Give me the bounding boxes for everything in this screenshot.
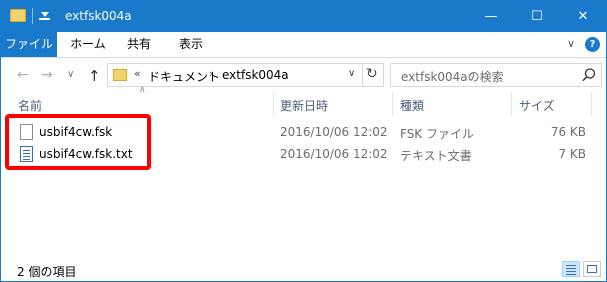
- column-size[interactable]: サイズ: [519, 97, 555, 114]
- file-size: 76 KB: [550, 125, 586, 139]
- address-divider: [362, 64, 363, 86]
- column-divider[interactable]: [511, 92, 512, 116]
- status-bar: 2 個の項目: [1, 257, 606, 281]
- file-modified: 2016/10/06 12:02: [280, 125, 388, 139]
- navigation-bar: ← → ∨ ↑ « ドキュメント › extfsk004a ∨ ↻ extfsk…: [1, 58, 606, 92]
- breadcrumb-current-folder[interactable]: extfsk004a: [222, 68, 289, 82]
- address-bar[interactable]: « ドキュメント › extfsk004a ∨ ↻: [107, 63, 384, 87]
- maximize-button[interactable]: ☐: [514, 1, 560, 32]
- window-title: extfsk004a: [65, 9, 132, 23]
- column-name[interactable]: 名前: [18, 97, 42, 114]
- breadcrumb-separator-icon[interactable]: ›: [209, 67, 213, 80]
- explorer-window: extfsk004a — ☐ ✕ ファイル ホーム 共有 表示 ∨ ? ← → …: [0, 0, 607, 282]
- minimize-button[interactable]: —: [468, 1, 514, 32]
- highlight-annotation: [5, 114, 151, 170]
- column-modified[interactable]: 更新日時: [280, 97, 328, 114]
- recent-locations-icon[interactable]: ∨: [67, 69, 74, 80]
- breadcrumb-overflow-icon[interactable]: «: [134, 67, 141, 80]
- quick-access-dropdown-icon[interactable]: [39, 11, 50, 20]
- back-button[interactable]: ←: [17, 67, 29, 83]
- file-modified: 2016/10/06 12:02: [280, 147, 388, 161]
- title-bar[interactable]: extfsk004a — ☐ ✕: [1, 1, 606, 32]
- folder-icon: [10, 9, 26, 22]
- tab-file[interactable]: ファイル: [1, 32, 57, 57]
- item-count: 2 個の項目: [17, 265, 77, 279]
- tab-share[interactable]: 共有: [117, 32, 161, 57]
- column-divider[interactable]: [273, 92, 274, 116]
- search-icon[interactable]: [581, 67, 597, 83]
- column-type[interactable]: 種類: [400, 97, 424, 114]
- title-divider: [32, 8, 33, 24]
- sort-ascending-icon: ∧: [139, 85, 146, 95]
- file-size: 7 KB: [558, 147, 586, 161]
- help-icon[interactable]: ?: [585, 37, 600, 52]
- forward-button[interactable]: →: [41, 67, 53, 83]
- column-divider[interactable]: [591, 92, 592, 116]
- tab-home[interactable]: ホーム: [63, 32, 113, 57]
- address-dropdown-icon[interactable]: ∨: [348, 68, 355, 79]
- address-folder-icon: [113, 69, 127, 81]
- up-button[interactable]: ↑: [88, 67, 101, 85]
- file-type: テキスト文書: [400, 149, 472, 163]
- close-button[interactable]: ✕: [560, 1, 606, 32]
- search-input[interactable]: extfsk004aの検索: [390, 63, 602, 87]
- tab-view[interactable]: 表示: [166, 32, 216, 57]
- column-divider[interactable]: [392, 92, 393, 116]
- ribbon-expand-icon[interactable]: ∨: [567, 37, 575, 50]
- search-placeholder: extfsk004aの検索: [401, 70, 504, 84]
- refresh-icon[interactable]: ↻: [366, 66, 378, 82]
- large-icons-view-button[interactable]: [583, 261, 601, 277]
- column-headers: ∧ 名前 更新日時 種類 サイズ: [1, 85, 606, 116]
- details-view-button[interactable]: [562, 261, 580, 277]
- ribbon-tabs: ファイル ホーム 共有 表示 ∨ ?: [1, 32, 606, 58]
- file-type: FSK ファイル: [400, 127, 474, 141]
